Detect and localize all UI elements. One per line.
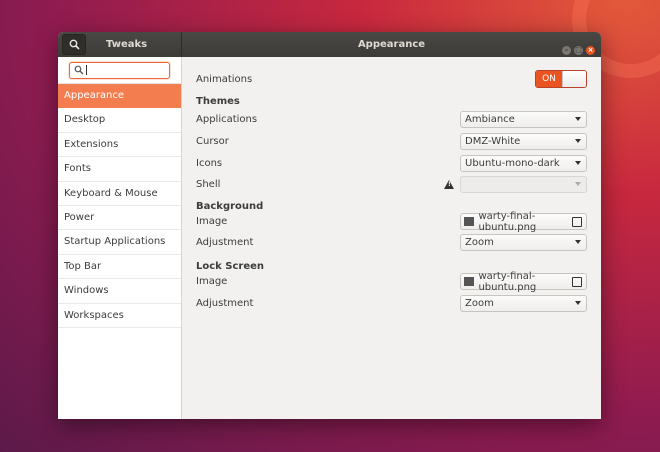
applications-dropdown[interactable]: Ambiance (460, 111, 587, 128)
search-icon (74, 65, 84, 75)
search-button[interactable] (62, 34, 86, 55)
sidebar-item-fonts[interactable]: Fonts (58, 157, 181, 182)
sidebar-item-extensions[interactable]: Extensions (58, 133, 181, 158)
warning-icon: ! (444, 180, 454, 189)
sidebar-item-power[interactable]: Power (58, 206, 181, 231)
sidebar-item-keyboard-mouse[interactable]: Keyboard & Mouse (58, 182, 181, 206)
lock-adjustment-row: Adjustment Zoom (196, 295, 587, 312)
applications-value: Ambiance (465, 114, 515, 125)
background-adjustment-label: Adjustment (196, 237, 254, 248)
lock-image-chooser[interactable]: warty-final-ubuntu.png (460, 270, 587, 293)
animations-row: Animations ON (196, 70, 587, 88)
dropdown-arrow-icon (575, 240, 581, 244)
dropdown-arrow-icon (575, 117, 581, 121)
animations-switch[interactable]: ON (535, 70, 587, 88)
lock-screen-header: Lock Screen (196, 261, 265, 272)
icons-label: Icons (196, 158, 223, 169)
icons-value: Ubuntu-mono-dark (465, 158, 560, 169)
window-controls: – □ × (562, 46, 595, 55)
background-header: Background (196, 201, 264, 212)
cursor-dropdown[interactable]: DMZ-White (460, 133, 587, 150)
shell-dropdown (460, 176, 587, 193)
lock-image-row: Image warty-final-ubuntu.png (196, 270, 587, 293)
switch-on-label: ON (536, 71, 562, 87)
cursor-value: DMZ-White (465, 136, 521, 147)
sidebar-header: Tweaks (58, 32, 182, 57)
open-file-icon (572, 277, 582, 287)
open-file-icon (572, 217, 582, 227)
sidebar-item-appearance[interactable]: Appearance (58, 84, 181, 109)
lock-image-value: warty-final-ubuntu.png (478, 270, 537, 293)
lock-adjustment-value: Zoom (465, 298, 494, 309)
settings-panel: Animations ON Themes Applications Ambian… (182, 57, 601, 419)
close-button[interactable]: × (586, 46, 595, 55)
sidebar-item-windows[interactable]: Windows (58, 279, 181, 304)
dropdown-arrow-icon (575, 139, 581, 143)
switch-knob (562, 71, 586, 87)
lock-adjustment-dropdown[interactable]: Zoom (460, 295, 587, 312)
sidebar-item-startup-applications[interactable]: Startup Applications (58, 230, 181, 255)
applications-label: Applications (196, 114, 258, 125)
dropdown-arrow-icon (575, 161, 581, 165)
background-image-label: Image (196, 216, 228, 227)
image-file-icon (464, 277, 475, 286)
themes-header: Themes (196, 96, 240, 107)
window-title-area: Appearance – □ × (182, 39, 601, 55)
text-cursor (86, 65, 87, 75)
page-title: Appearance (357, 39, 426, 50)
search-icon (69, 39, 80, 50)
applications-row: Applications Ambiance (196, 111, 587, 128)
background-adjustment-value: Zoom (465, 237, 494, 248)
shell-row: Shell ! (196, 176, 587, 193)
background-adjustment-dropdown[interactable]: Zoom (460, 234, 587, 251)
sidebar-item-top-bar[interactable]: Top Bar (58, 255, 181, 280)
sidebar-item-workspaces[interactable]: Workspaces (58, 304, 181, 328)
background-image-chooser[interactable]: warty-final-ubuntu.png (460, 210, 587, 233)
tweaks-window: Tweaks Appearance – □ × Appearance Deskt… (58, 32, 601, 419)
image-file-icon (464, 217, 475, 226)
maximize-button[interactable]: □ (574, 46, 583, 55)
background-adjustment-row: Adjustment Zoom (196, 234, 587, 251)
titlebar: Tweaks Appearance – □ × (58, 32, 601, 57)
icons-row: Icons Ubuntu-mono-dark (196, 155, 587, 172)
sidebar: Appearance Desktop Extensions Fonts Keyb… (58, 57, 182, 419)
cursor-row: Cursor DMZ-White (196, 133, 587, 150)
shell-label: Shell (196, 179, 221, 190)
dropdown-arrow-icon (575, 301, 581, 305)
lock-image-label: Image (196, 276, 228, 287)
background-image-value: warty-final-ubuntu.png (478, 210, 537, 233)
background-image-row: Image warty-final-ubuntu.png (196, 210, 587, 233)
animations-label: Animations (196, 73, 253, 85)
search-input[interactable] (69, 61, 170, 79)
dropdown-arrow-icon (575, 182, 581, 186)
cursor-label: Cursor (196, 136, 229, 147)
minimize-button[interactable]: – (562, 46, 571, 55)
sidebar-item-desktop[interactable]: Desktop (58, 108, 181, 133)
lock-adjustment-label: Adjustment (196, 298, 254, 309)
app-title: Tweaks (106, 39, 148, 50)
icons-dropdown[interactable]: Ubuntu-mono-dark (460, 155, 587, 172)
